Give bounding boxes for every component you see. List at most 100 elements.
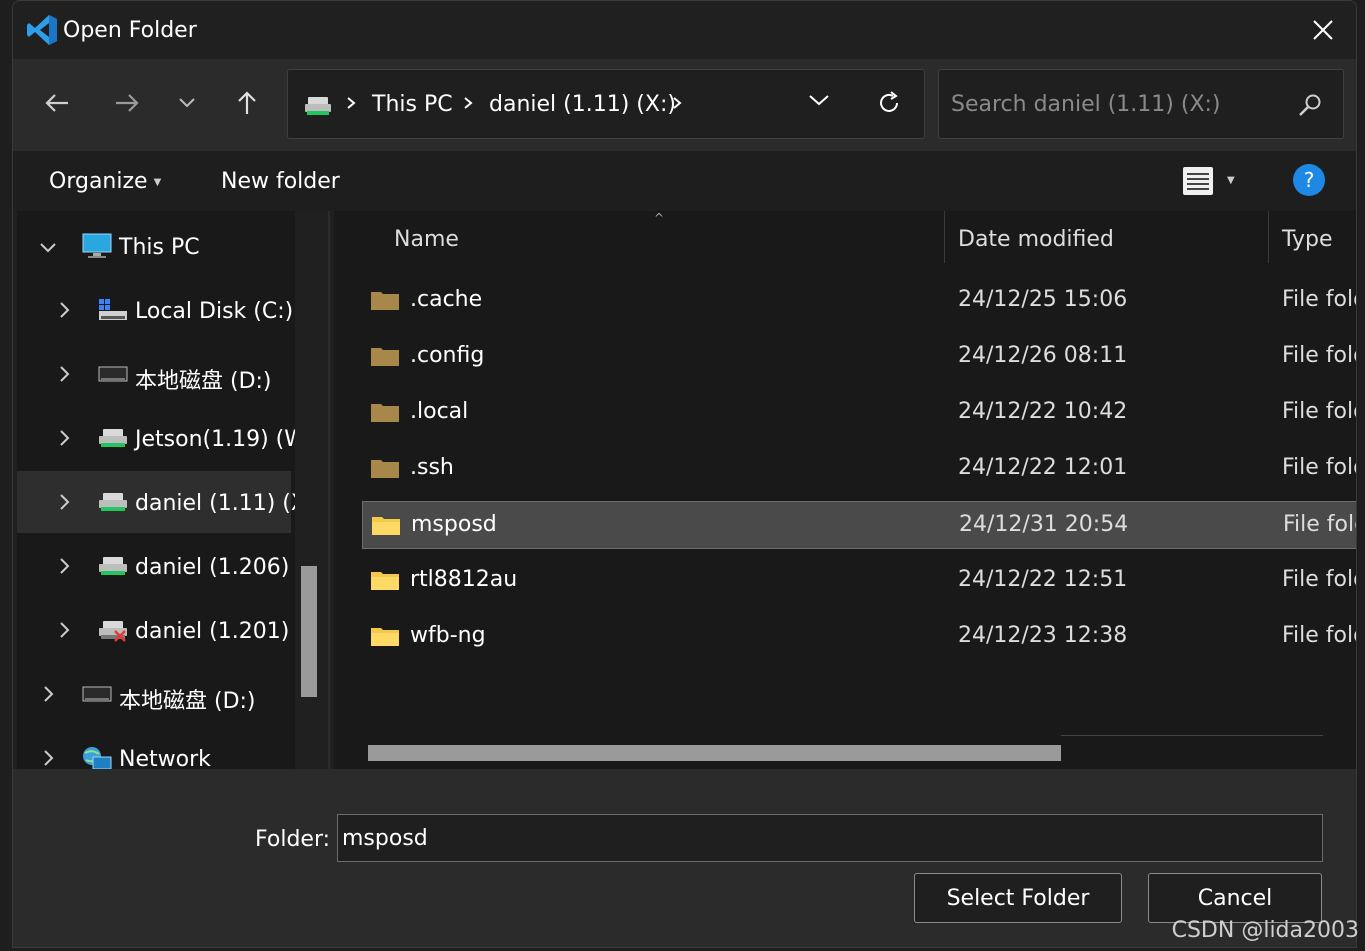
file-type: File fold xyxy=(1282,567,1356,592)
pane-divider[interactable] xyxy=(328,211,330,769)
details-view-icon xyxy=(1183,167,1213,195)
search-input[interactable]: Search daniel (1.11) (X:) xyxy=(951,92,1221,117)
organize-label: Organize xyxy=(49,169,148,194)
column-header-name[interactable]: Name xyxy=(394,227,459,252)
chevron-right-icon[interactable] xyxy=(59,301,71,323)
up-button[interactable] xyxy=(229,85,265,121)
nav-item-local-disk-d[interactable]: 本地磁盘 (D:) xyxy=(17,343,291,405)
chevron-right-icon[interactable] xyxy=(59,429,71,451)
folder-icon xyxy=(370,345,400,371)
chevron-right-icon xyxy=(672,95,682,114)
this-pc-icon xyxy=(81,233,113,263)
file-row-selected[interactable]: msposd 24/12/31 20:54 File fold xyxy=(362,501,1356,549)
network-icon xyxy=(81,745,113,769)
nav-scrollbar-thumb[interactable] xyxy=(301,566,317,697)
file-name: .local xyxy=(410,399,469,424)
sort-ascending-icon: ^ xyxy=(654,211,665,225)
file-row[interactable]: .config 24/12/26 08:11 File fold xyxy=(362,333,1356,381)
chevron-right-icon[interactable] xyxy=(59,365,71,387)
nav-item-label: 本地磁盘 (D:) xyxy=(135,369,272,394)
file-row[interactable]: .local 24/12/22 10:42 File fold xyxy=(362,389,1356,437)
nav-item-label: daniel (1.11) (X xyxy=(135,491,295,516)
file-name: rtl8812au xyxy=(410,567,518,592)
nav-item-label: Local Disk (C:) xyxy=(135,299,294,324)
column-divider[interactable] xyxy=(944,211,945,263)
breadcrumb-current-drive[interactable]: daniel (1.11) (X:) xyxy=(489,92,676,117)
horizontal-scrollbar-track[interactable] xyxy=(1061,735,1323,736)
file-type: File fold xyxy=(1282,399,1356,424)
file-type: File fold xyxy=(1282,623,1356,648)
column-divider[interactable] xyxy=(1268,211,1269,263)
folder-icon xyxy=(371,514,401,540)
close-icon xyxy=(1313,20,1333,40)
nav-item-daniel-1-206[interactable]: daniel (1.206) ( xyxy=(17,535,295,597)
file-date: 24/12/22 10:42 xyxy=(958,399,1128,424)
file-name: .cache xyxy=(410,287,483,312)
caret-down-icon: ▼ xyxy=(153,176,162,188)
local-disk-icon xyxy=(97,297,129,327)
search-icon[interactable] xyxy=(1297,92,1323,122)
select-folder-button[interactable]: Select Folder xyxy=(914,873,1122,923)
chevron-right-icon[interactable] xyxy=(43,749,55,769)
nav-item-local-disk-c[interactable]: Local Disk (C:) xyxy=(17,279,294,341)
refresh-icon xyxy=(880,91,898,112)
forward-button[interactable] xyxy=(109,85,145,121)
nav-item-this-pc[interactable]: This PC xyxy=(17,215,291,277)
address-bar[interactable]: This PC daniel (1.11) (X:) xyxy=(287,69,925,139)
nav-item-label: daniel (1.201) ( xyxy=(135,619,295,644)
disconnected-drive-icon xyxy=(97,617,129,647)
chevron-right-icon[interactable] xyxy=(59,557,71,579)
recent-locations-button[interactable] xyxy=(169,85,205,121)
nav-item-network[interactable]: Network xyxy=(17,727,291,769)
nav-item-daniel-1-201[interactable]: daniel (1.201) ( xyxy=(17,599,295,661)
file-row[interactable]: .cache 24/12/25 15:06 File fold xyxy=(362,277,1356,325)
nav-item-jetson-drive[interactable]: Jetson(1.19) (W xyxy=(17,407,295,469)
file-row[interactable]: rtl8812au 24/12/22 12:51 File fold xyxy=(362,557,1356,605)
help-button[interactable]: ? xyxy=(1293,164,1325,196)
new-folder-button[interactable]: New folder xyxy=(221,169,340,194)
network-drive-icon xyxy=(97,425,129,455)
horizontal-scrollbar-thumb[interactable] xyxy=(368,745,1061,761)
arrow-up-icon xyxy=(238,91,256,114)
search-box[interactable]: Search daniel (1.11) (X:) xyxy=(938,69,1344,139)
address-history-button[interactable] xyxy=(808,92,830,111)
local-disk-icon xyxy=(81,681,113,711)
organize-menu[interactable]: Organize ▼ xyxy=(49,169,161,194)
nav-item-local-disk-d-2[interactable]: 本地磁盘 (D:) xyxy=(17,663,291,725)
arrow-left-icon xyxy=(45,94,68,112)
close-button[interactable] xyxy=(1304,13,1342,47)
nav-item-daniel-1-11[interactable]: daniel (1.11) (X xyxy=(17,471,295,533)
column-header-date-modified[interactable]: Date modified xyxy=(958,227,1114,252)
nav-item-label: This PC xyxy=(119,235,200,260)
file-date: 24/12/25 15:06 xyxy=(958,287,1128,312)
file-type: File fold xyxy=(1282,343,1356,368)
folder-icon xyxy=(370,289,400,315)
file-row[interactable]: wfb-ng 24/12/23 12:38 File fold xyxy=(362,613,1356,661)
file-row[interactable]: .ssh 24/12/22 12:01 File fold xyxy=(362,445,1356,493)
folder-icon xyxy=(370,625,400,651)
file-date: 24/12/22 12:01 xyxy=(958,455,1128,480)
navigation-bar: This PC daniel (1.11) (X:) Search daniel… xyxy=(13,59,1356,151)
chevron-right-icon[interactable] xyxy=(59,493,71,515)
nav-item-label: Jetson(1.19) (W xyxy=(135,427,295,452)
file-name: .config xyxy=(410,343,485,368)
chevron-down-icon[interactable] xyxy=(39,239,57,258)
navigation-pane: This PC Local Disk (C:) 本地磁盘 (D:) Jetson… xyxy=(17,211,295,769)
breadcrumb-this-pc[interactable]: This PC xyxy=(372,92,453,117)
chevron-down-icon xyxy=(179,98,195,108)
cancel-button[interactable]: Cancel xyxy=(1148,873,1322,923)
refresh-button[interactable] xyxy=(876,90,902,120)
chevron-right-icon xyxy=(346,95,356,114)
view-options-caret-icon[interactable]: ▼ xyxy=(1227,175,1235,186)
file-name: msposd xyxy=(411,512,497,537)
change-view-button[interactable] xyxy=(1181,165,1215,197)
file-date: 24/12/31 20:54 xyxy=(959,512,1129,537)
chevron-right-icon[interactable] xyxy=(43,685,55,707)
folder-name-input[interactable] xyxy=(337,814,1323,862)
chevron-right-icon[interactable] xyxy=(59,621,71,643)
back-button[interactable] xyxy=(39,85,75,121)
column-header-type[interactable]: Type xyxy=(1282,227,1333,252)
dialog-footer: Folder: Select Folder Cancel xyxy=(13,769,1356,947)
nav-item-label: 本地磁盘 (D:) xyxy=(119,689,256,714)
open-folder-dialog: Open Folder This PC daniel (1.11) (X:) S… xyxy=(12,0,1357,948)
